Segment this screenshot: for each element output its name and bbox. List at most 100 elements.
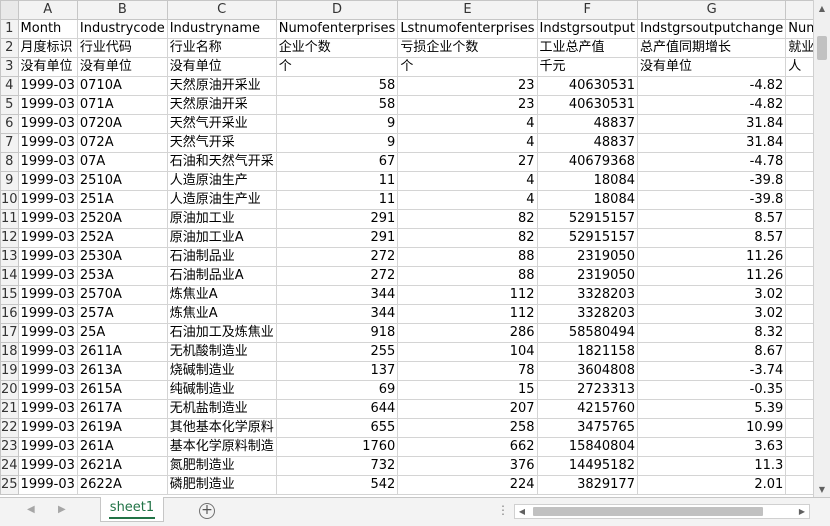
cell-e1[interactable]: Lstnumofenterprises — [397, 19, 538, 39]
add-sheet-icon[interactable]: + — [199, 503, 215, 519]
cell-d20[interactable]: 69 — [275, 380, 399, 400]
cell-g13[interactable]: 11.26 — [636, 247, 787, 267]
row-header[interactable]: 12 — [0, 228, 19, 248]
cell-d25[interactable]: 542 — [275, 475, 399, 495]
cell-d9[interactable]: 11 — [275, 171, 399, 191]
cell-e11[interactable]: 82 — [397, 209, 538, 229]
cell-f23[interactable]: 15840804 — [536, 437, 638, 457]
cell-f24[interactable]: 14495182 — [536, 456, 638, 476]
cell-h14[interactable]: 56434 — [785, 266, 813, 286]
cell-h7[interactable]: 1522 — [785, 133, 813, 153]
cell-d13[interactable]: 272 — [275, 247, 399, 267]
cell-b2[interactable]: 行业代码 — [76, 38, 168, 58]
cell-c9[interactable]: 人造原油生产 — [166, 171, 277, 191]
cell-b22[interactable]: 2619A — [76, 418, 168, 438]
cell-c18[interactable]: 无机酸制造业 — [166, 342, 277, 362]
cell-f21[interactable]: 4215760 — [536, 399, 638, 419]
cell-a22[interactable]: 1999-03 — [17, 418, 78, 438]
cell-e12[interactable]: 82 — [397, 228, 538, 248]
cell-g8[interactable]: -4.78 — [636, 152, 787, 172]
cell-b10[interactable]: 251A — [76, 190, 168, 210]
cell-c13[interactable]: 石油制品业 — [166, 247, 277, 267]
cell-b18[interactable]: 2611A — [76, 342, 168, 362]
cell-d18[interactable]: 255 — [275, 342, 399, 362]
row-header[interactable]: 4 — [0, 76, 19, 96]
cell-e2[interactable]: 亏损企业个数 — [397, 38, 538, 58]
row-header[interactable]: 2 — [0, 38, 19, 58]
column-header-b[interactable]: B — [76, 0, 168, 20]
cell-g24[interactable]: 11.3 — [636, 456, 787, 476]
cell-g15[interactable]: 3.02 — [636, 285, 787, 305]
cell-e23[interactable]: 662 — [397, 437, 538, 457]
cell-h16[interactable]: 153370 — [785, 304, 813, 324]
row-header[interactable]: 11 — [0, 209, 19, 229]
cell-h18[interactable]: 96969 — [785, 342, 813, 362]
cell-a23[interactable]: 1999-03 — [17, 437, 78, 457]
select-all-corner[interactable] — [0, 0, 19, 20]
column-header-f[interactable]: F — [536, 0, 638, 20]
cell-b5[interactable]: 071A — [76, 95, 168, 115]
cell-g20[interactable]: -0.35 — [636, 380, 787, 400]
row-header[interactable]: 23 — [0, 437, 19, 457]
cell-a8[interactable]: 1999-03 — [17, 152, 78, 172]
cell-e9[interactable]: 4 — [397, 171, 538, 191]
cell-f8[interactable]: 40679368 — [536, 152, 638, 172]
column-header-c[interactable]: C — [166, 0, 277, 20]
cell-h24[interactable]: 789928 — [785, 456, 813, 476]
cell-c17[interactable]: 石油加工及炼焦业 — [166, 323, 277, 343]
cell-g10[interactable]: -39.8 — [636, 190, 787, 210]
cell-b12[interactable]: 252A — [76, 228, 168, 248]
cell-c3[interactable]: 没有单位 — [166, 57, 277, 77]
cell-g9[interactable]: -39.8 — [636, 171, 787, 191]
cell-e19[interactable]: 78 — [397, 361, 538, 381]
cell-g19[interactable]: -3.74 — [636, 361, 787, 381]
cell-e10[interactable]: 4 — [397, 190, 538, 210]
cell-h10[interactable]: 399 — [785, 190, 813, 210]
cell-e21[interactable]: 207 — [397, 399, 538, 419]
cell-c24[interactable]: 氮肥制造业 — [166, 456, 277, 476]
scroll-up-icon[interactable]: ▲ — [814, 0, 830, 16]
row-header[interactable]: 3 — [0, 57, 19, 77]
cell-g25[interactable]: 2.01 — [636, 475, 787, 495]
cell-e17[interactable]: 286 — [397, 323, 538, 343]
cell-b24[interactable]: 2621A — [76, 456, 168, 476]
worksheet-grid[interactable]: ABCDEFGHIJK 1MonthIndustrycodeIndustryna… — [0, 0, 813, 497]
row-header[interactable]: 21 — [0, 399, 19, 419]
cell-f22[interactable]: 3475765 — [536, 418, 638, 438]
cell-d23[interactable]: 1760 — [275, 437, 399, 457]
cell-b9[interactable]: 2510A — [76, 171, 168, 191]
row-header[interactable]: 8 — [0, 152, 19, 172]
cell-h17[interactable]: 723569 — [785, 323, 813, 343]
cell-f9[interactable]: 18084 — [536, 171, 638, 191]
column-header-h[interactable]: H — [785, 0, 813, 20]
cell-g4[interactable]: -4.82 — [636, 76, 787, 96]
cell-b11[interactable]: 2520A — [76, 209, 168, 229]
cell-d11[interactable]: 291 — [275, 209, 399, 229]
cell-c12[interactable]: 原油加工业A — [166, 228, 277, 248]
cell-b16[interactable]: 257A — [76, 304, 168, 324]
row-header[interactable]: 25 — [0, 475, 19, 495]
cell-h15[interactable]: 153370 — [785, 285, 813, 305]
cell-e16[interactable]: 112 — [397, 304, 538, 324]
cell-f20[interactable]: 2723313 — [536, 380, 638, 400]
cell-b21[interactable]: 2617A — [76, 399, 168, 419]
cell-f4[interactable]: 40630531 — [536, 76, 638, 96]
cell-c16[interactable]: 炼焦业A — [166, 304, 277, 324]
column-header-a[interactable]: A — [17, 0, 78, 20]
cell-e7[interactable]: 4 — [397, 133, 538, 153]
row-header[interactable]: 7 — [0, 133, 19, 153]
cell-f7[interactable]: 48837 — [536, 133, 638, 153]
cell-a19[interactable]: 1999-03 — [17, 361, 78, 381]
cell-d16[interactable]: 344 — [275, 304, 399, 324]
cell-f10[interactable]: 18084 — [536, 190, 638, 210]
cell-f12[interactable]: 52915157 — [536, 228, 638, 248]
cell-h8[interactable]: 2376824 — [785, 152, 813, 172]
cell-c4[interactable]: 天然原油开采业 — [166, 76, 277, 96]
cell-a16[interactable]: 1999-03 — [17, 304, 78, 324]
cell-g1[interactable]: Indstgrsoutputchange — [636, 19, 787, 39]
cell-g12[interactable]: 8.57 — [636, 228, 787, 248]
cell-d7[interactable]: 9 — [275, 133, 399, 153]
row-header[interactable]: 10 — [0, 190, 19, 210]
cell-h5[interactable]: 2375302 — [785, 95, 813, 115]
row-header[interactable]: 6 — [0, 114, 19, 134]
